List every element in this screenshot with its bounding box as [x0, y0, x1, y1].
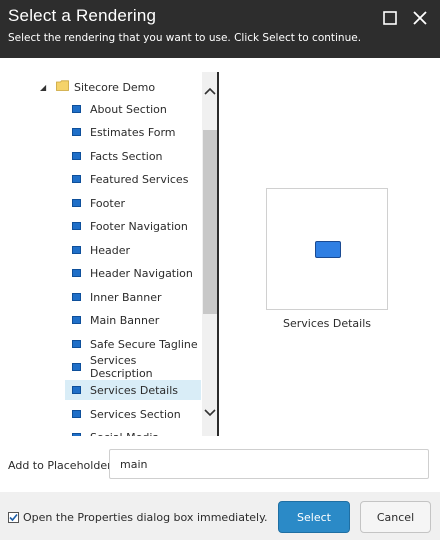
tree-item[interactable]: Services Details	[65, 380, 201, 400]
preview-label: Services Details	[282, 317, 372, 330]
tree-item-label: Safe Secure Tagline	[90, 337, 198, 351]
rendering-item-icon	[72, 105, 81, 113]
placeholder-input[interactable]	[109, 449, 429, 479]
rendering-item-icon	[72, 293, 81, 301]
open-properties-checkbox[interactable]	[8, 512, 19, 523]
collapse-arrow-icon[interactable]: ◢	[40, 83, 52, 92]
tree-item[interactable]: Inner Banner	[65, 287, 201, 307]
tree-item-label: Services Details	[90, 383, 179, 397]
rendering-item-icon	[72, 410, 81, 418]
tree-item[interactable]: Services Section	[65, 404, 201, 424]
title-bar: Select a Rendering Select the rendering …	[0, 0, 440, 58]
rendering-item-icon	[72, 199, 81, 207]
rendering-item-icon	[72, 246, 81, 254]
tree-item[interactable]: Main Banner	[65, 310, 201, 330]
tree-item[interactable]: Estimates Form	[65, 122, 201, 142]
rendering-icon	[315, 241, 341, 258]
close-icon[interactable]	[411, 9, 429, 27]
tree-item[interactable]: Footer	[65, 193, 201, 213]
tree-item-label: Header Navigation	[90, 266, 193, 280]
cancel-button[interactable]: Cancel	[360, 501, 431, 533]
select-button[interactable]: Select	[278, 501, 350, 533]
dialog-footer: Open the Properties dialog box immediate…	[0, 492, 440, 540]
folder-icon	[56, 80, 69, 94]
rendering-item-icon	[72, 316, 81, 324]
tree-item-label: About Section	[90, 102, 167, 116]
tree-item-label: Inner Banner	[90, 290, 162, 304]
scrollbar-thumb[interactable]	[203, 130, 217, 314]
dialog-title: Select a Rendering	[8, 6, 157, 25]
rendering-item-icon	[72, 222, 81, 230]
tree-item[interactable]: Footer Navigation	[65, 216, 201, 236]
maximize-icon[interactable]	[381, 9, 399, 27]
rendering-item-icon	[72, 363, 81, 371]
rendering-item-icon	[72, 269, 81, 277]
pane-divider[interactable]	[217, 72, 219, 436]
open-properties-label[interactable]: Open the Properties dialog box immediate…	[23, 511, 268, 524]
tree-item[interactable]: Header	[65, 240, 201, 260]
tree-item[interactable]: Services Description	[65, 354, 201, 380]
rendering-item-icon	[72, 128, 81, 136]
rendering-tree: ◢ Sitecore Demo About Section Estimates F…	[0, 58, 218, 436]
tree-scrollbar[interactable]	[202, 72, 218, 436]
tree-item-label: Footer Navigation	[90, 219, 188, 233]
tree-item-label: Footer	[90, 196, 125, 210]
tree-item-label: Main Banner	[90, 313, 160, 327]
tree-item[interactable]: Header Navigation	[65, 263, 201, 283]
tree-item[interactable]: About Section	[65, 99, 201, 119]
tree-item[interactable]: Safe Secure Tagline	[65, 334, 201, 354]
scroll-up-icon[interactable]	[202, 82, 218, 100]
tree-item-label: Facts Section	[90, 149, 163, 163]
tree-item-label: Featured Services	[90, 172, 189, 186]
tree-item-label: Header	[90, 243, 131, 257]
rendering-item-icon	[72, 152, 81, 160]
tree-item[interactable]: Social Media	[65, 427, 201, 436]
rendering-preview	[266, 188, 388, 310]
tree-item-label: Services Section	[90, 407, 181, 421]
tree-item[interactable]: Featured Services	[65, 169, 201, 189]
tree-item[interactable]: Facts Section	[65, 146, 201, 166]
rendering-item-icon	[72, 386, 81, 394]
tree-item-label: Social Media	[90, 431, 159, 437]
dialog-subtitle: Select the rendering that you want to us…	[8, 32, 362, 44]
tree-root-sitecore-demo[interactable]: ◢ Sitecore Demo	[40, 78, 155, 96]
placeholder-label: Add to Placeholder:	[8, 459, 116, 472]
rendering-item-icon	[72, 433, 81, 436]
tree-item-label: Estimates Form	[90, 125, 176, 139]
tree-root-label: Sitecore Demo	[74, 80, 156, 94]
rendering-item-icon	[72, 175, 81, 183]
scroll-down-icon[interactable]	[202, 404, 218, 422]
tree-item-label: Services Description	[90, 354, 153, 380]
rendering-item-icon	[72, 340, 81, 348]
